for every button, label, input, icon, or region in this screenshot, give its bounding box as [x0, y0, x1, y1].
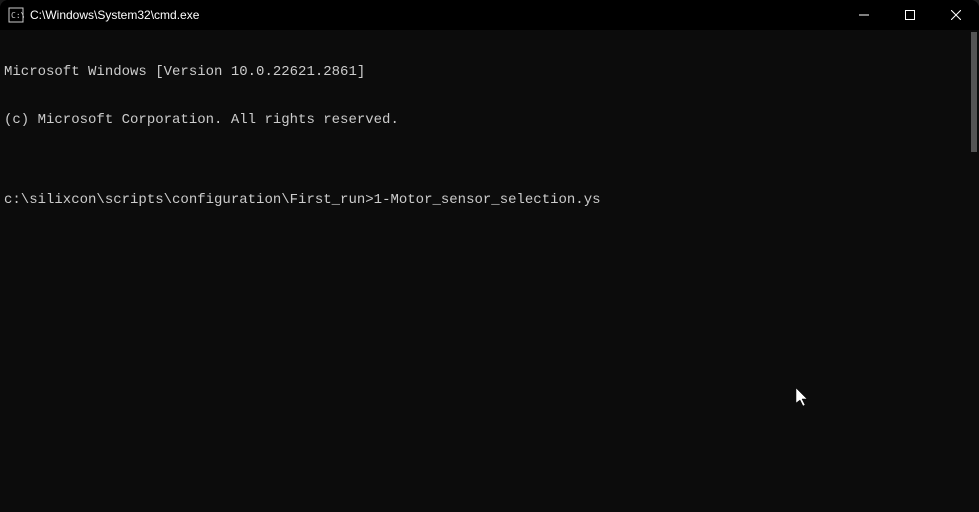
window-title: C:\Windows\System32\cmd.exe	[30, 8, 841, 22]
maximize-button[interactable]	[887, 0, 933, 30]
cmd-icon: C:\	[8, 7, 24, 23]
svg-text:C:\: C:\	[11, 11, 24, 20]
terminal-area[interactable]: Microsoft Windows [Version 10.0.22621.28…	[0, 30, 979, 512]
terminal-output-line: Microsoft Windows [Version 10.0.22621.28…	[4, 64, 975, 80]
terminal-prompt: c:\silixcon\scripts\configuration\First_…	[4, 192, 374, 208]
terminal-command: 1-Motor_sensor_selection.ys	[374, 192, 601, 208]
terminal-output-line: (c) Microsoft Corporation. All rights re…	[4, 112, 975, 128]
terminal-prompt-line: c:\silixcon\scripts\configuration\First_…	[4, 192, 975, 208]
minimize-button[interactable]	[841, 0, 887, 30]
close-button[interactable]	[933, 0, 979, 30]
cmd-window: C:\ C:\Windows\System32\cmd.exe Microsof…	[0, 0, 979, 512]
titlebar[interactable]: C:\ C:\Windows\System32\cmd.exe	[0, 0, 979, 30]
window-controls	[841, 0, 979, 30]
scrollbar-thumb[interactable]	[971, 32, 977, 152]
